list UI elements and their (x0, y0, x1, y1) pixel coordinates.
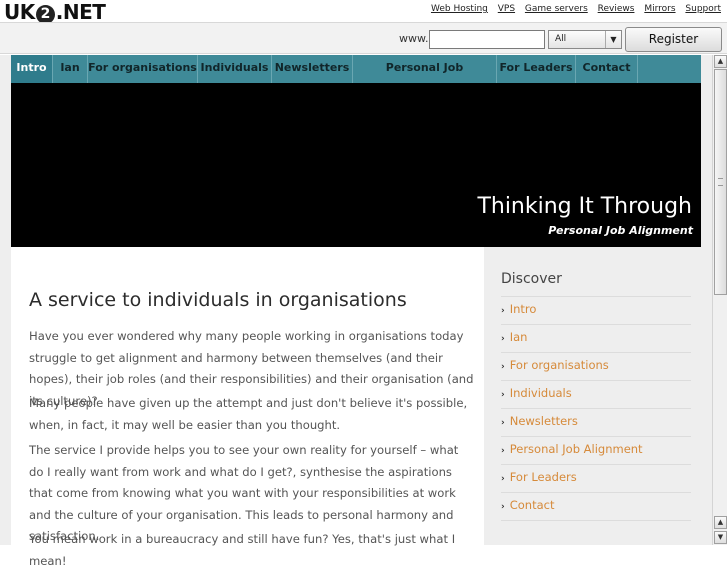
domain-input[interactable] (429, 30, 545, 49)
top-bar: UK 2 .NET Web Hosting VPS Game servers Rev… (0, 0, 727, 24)
hero-banner: Thinking It Through Personal Job Alignme… (11, 83, 701, 247)
scrollbar-thumb[interactable] (714, 69, 727, 295)
main-content: A service to individuals in organisation… (11, 247, 484, 568)
scroll-down-arrow-icon[interactable]: ▼ (714, 531, 727, 544)
chevron-right-icon: › (501, 418, 505, 428)
grip-icon (718, 178, 723, 186)
nav-item-personal-job-alignment[interactable]: Personal Job Alignment (353, 55, 497, 99)
tld-select[interactable]: All ▼ (548, 30, 622, 49)
top-link-game-servers[interactable]: Game servers (525, 4, 588, 14)
content-paragraph: You mean work in a bureaucracy and still… (29, 532, 456, 568)
sidebar-link-label: Individuals (509, 386, 572, 400)
sidebar-link-ian[interactable]: › Ian (501, 330, 527, 344)
sidebar-link-intro[interactable]: › Intro (501, 302, 536, 316)
divider (501, 436, 691, 437)
top-link-reviews[interactable]: Reviews (598, 4, 635, 14)
domain-search-bar: www. All ▼ Register Domain (0, 22, 727, 69)
tld-select-value: All (555, 34, 567, 44)
www-prefix-label: www. (399, 32, 429, 45)
sidebar-link-individuals[interactable]: › Individuals (501, 386, 572, 400)
sidebar-link-label: For organisations (509, 358, 609, 372)
page-title: A service to individuals in organisation… (29, 289, 407, 311)
divider (501, 464, 691, 465)
chevron-right-icon: › (501, 362, 505, 372)
divider (501, 324, 691, 325)
top-link-mirrors[interactable]: Mirrors (644, 4, 675, 14)
register-domain-button[interactable]: Register Domain (625, 27, 722, 69)
page-frame: Intro Ian For organisations Individuals … (0, 55, 712, 568)
main-nav: Intro Ian For organisations Individuals … (11, 55, 701, 99)
vertical-scrollbar[interactable]: ▲ ▲ ▼ (712, 55, 727, 545)
top-links: Web Hosting VPS Game servers Reviews Mir… (424, 4, 721, 14)
chevron-down-icon: ▼ (605, 31, 621, 48)
nav-item-ian[interactable]: Ian (53, 55, 88, 83)
chevron-right-icon: › (501, 446, 505, 456)
logo-prefix: UK (4, 0, 35, 24)
chevron-right-icon: › (501, 502, 505, 512)
divider (501, 352, 691, 353)
nav-item-for-leaders[interactable]: For Leaders (497, 55, 576, 83)
sidebar-link-label: Personal Job Alignment (509, 442, 643, 456)
divider (501, 520, 691, 521)
hero-subtitle: Personal Job Alignment (548, 224, 693, 237)
sidebar-link-label: Contact (509, 498, 555, 512)
sidebar-link-contact[interactable]: › Contact (501, 498, 554, 512)
sidebar-link-label: Intro (509, 302, 537, 316)
sidebar-link-for-leaders[interactable]: › For Leaders (501, 470, 577, 484)
divider (501, 408, 691, 409)
chevron-right-icon: › (501, 306, 505, 316)
nav-item-individuals[interactable]: Individuals (198, 55, 272, 83)
hero-title: Thinking It Through (477, 194, 692, 219)
divider (501, 296, 691, 297)
nav-item-for-organisations[interactable]: For organisations (88, 55, 198, 83)
sidebar-link-personal-job-alignment[interactable]: › Personal Job Alignment (501, 442, 643, 456)
sidebar-link-label: Newsletters (509, 414, 578, 428)
content-paragraph: Many people have given up the attempt an… (29, 396, 468, 432)
logo-suffix: .NET (55, 0, 106, 24)
site-logo[interactable]: UK 2 .NET (4, 0, 106, 24)
divider (501, 492, 691, 493)
scroll-up-arrow-icon[interactable]: ▲ (714, 55, 727, 68)
sidebar-heading: Discover (501, 271, 562, 287)
scroll-up-arrow-icon[interactable]: ▲ (714, 516, 727, 529)
top-link-vps[interactable]: VPS (498, 4, 515, 14)
nav-item-contact[interactable]: Contact (576, 55, 638, 83)
sidebar: Discover › Intro › Ian › For organisations … (484, 247, 701, 545)
top-link-web-hosting[interactable]: Web Hosting (431, 4, 488, 14)
nav-item-newsletters[interactable]: Newsletters (272, 55, 353, 83)
chevron-right-icon: › (501, 334, 505, 344)
chevron-right-icon: › (501, 390, 505, 400)
sidebar-link-label: For Leaders (509, 470, 577, 484)
chevron-right-icon: › (501, 474, 505, 484)
sidebar-link-label: Ian (509, 330, 528, 344)
top-link-support[interactable]: Support (685, 4, 721, 14)
divider (501, 380, 691, 381)
sidebar-link-for-organisations[interactable]: › For organisations (501, 358, 609, 372)
nav-item-intro[interactable]: Intro (11, 55, 53, 83)
sidebar-link-newsletters[interactable]: › Newsletters (501, 414, 578, 428)
